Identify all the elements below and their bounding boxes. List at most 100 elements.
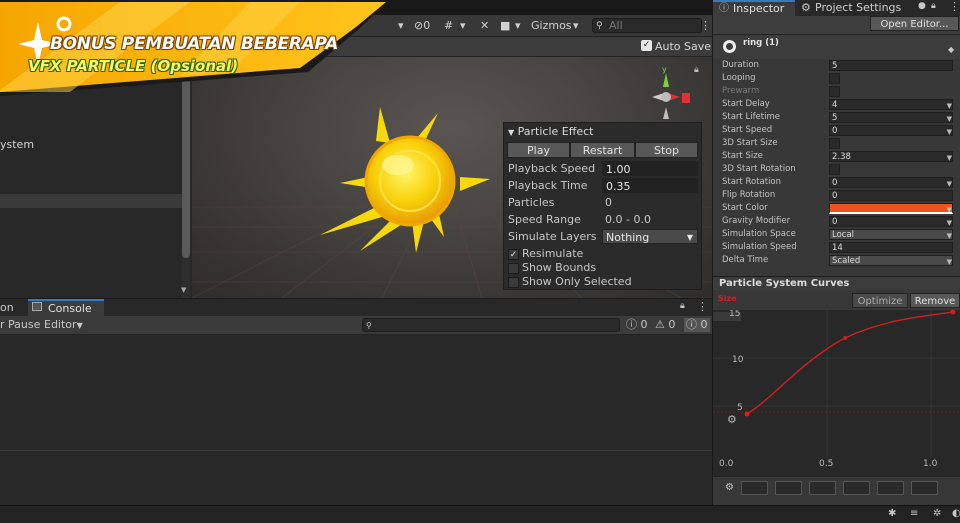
eye-off-icon: ⊘ [414, 19, 424, 32]
error-pause-button[interactable]: r Pause [0, 318, 40, 332]
curve-key-start [744, 411, 750, 417]
property-label: Simulation Space [722, 229, 796, 239]
stack-icon[interactable]: ≡ [910, 508, 918, 519]
curve-plot[interactable]: 15 10 5 0.0 0.5 1.0 ⚙ [713, 310, 960, 476]
property-checkbox[interactable] [829, 73, 840, 84]
scroll-down-icon[interactable]: ▼ [181, 286, 186, 294]
object-name: ring (1) [743, 38, 779, 48]
playback-time-field[interactable]: 0.35 [602, 178, 698, 193]
property-value[interactable]: 0 [829, 125, 953, 136]
inspector-row-duration: Duration 5 [722, 59, 960, 72]
curve-editor[interactable]: 15 10 5 0.0 0.5 1.0 ⚙ [713, 310, 960, 476]
playback-speed-field[interactable]: 1.00 [602, 161, 698, 176]
property-label: Simulation Speed [722, 242, 797, 252]
search-icon: ⚲ [366, 321, 372, 330]
lightbulb-icon[interactable]: ● [918, 1, 926, 11]
hierarchy-item-selected[interactable] [0, 194, 182, 208]
property-checkbox[interactable] [829, 164, 840, 175]
auto-save-checkbox[interactable]: ✓ [641, 40, 652, 51]
tab-animation[interactable]: on [0, 301, 14, 314]
add-icon[interactable]: ◆ [948, 45, 954, 54]
simulate-layers-value: Nothing [606, 231, 650, 244]
gear-icon[interactable]: ⚙ [725, 482, 734, 493]
preset-ease-in-out[interactable] [911, 481, 938, 495]
grid-icon[interactable]: # [444, 18, 453, 34]
preset-ease-in[interactable] [843, 481, 870, 495]
hierarchy-item[interactable]: ystem [0, 138, 34, 151]
preset-flat[interactable] [741, 481, 768, 495]
property-value[interactable]: 5 [829, 60, 953, 71]
stop-button[interactable]: Stop [635, 142, 698, 158]
console-divider [0, 450, 712, 451]
tab-inspector[interactable]: ⓘ Inspector [713, 0, 795, 16]
lock-icon[interactable]: 🔒︎ [680, 301, 685, 311]
show-only-selected-toggle[interactable]: Show Only Selected [508, 274, 632, 290]
console-tab-label: Console [48, 302, 92, 315]
particle-effect-title: Particle Effect [517, 125, 594, 138]
error-count-toggle[interactable]: ⓘ 0 [684, 318, 710, 332]
bug-icon[interactable]: ✱ [888, 508, 896, 519]
property-value[interactable]: 0 [829, 177, 953, 188]
property-value[interactable]: 14 [829, 242, 953, 253]
inspector-row-simulation-space: Simulation Space Local ▼ [722, 228, 960, 241]
chevron-down-icon[interactable]: ▾ [460, 18, 466, 34]
more-menu-icon[interactable]: ⋮ [700, 18, 711, 34]
property-value[interactable]: 4 [829, 99, 953, 110]
gizmos-dropdown-icon[interactable]: ▾ [573, 18, 579, 34]
property-value[interactable]: Scaled [829, 255, 953, 266]
scene-search-input[interactable]: ⚲ All [592, 18, 702, 33]
start-color-swatch[interactable] [829, 203, 953, 214]
property-value[interactable]: 0 [829, 216, 953, 227]
progress-icon[interactable]: ✲ [933, 508, 941, 519]
property-value[interactable]: 2.38 [829, 151, 953, 162]
banner-subtitle-optional: (Opsional) [150, 57, 239, 75]
property-checkbox[interactable] [829, 86, 840, 97]
open-editor-button[interactable]: Open Editor... [870, 16, 959, 31]
property-value[interactable]: Local [829, 229, 953, 240]
curve-key-end [950, 310, 956, 315]
tab-project-settings[interactable]: ⚙ Project Settings [799, 0, 911, 16]
more-menu-icon[interactable]: ⋮ [697, 300, 708, 313]
warning-icon: ⚠ [655, 318, 665, 331]
property-checkbox[interactable] [829, 138, 840, 149]
visibility-toggle[interactable]: ⊘0 [414, 18, 430, 34]
preset-linear-up[interactable] [775, 481, 802, 495]
remove-button[interactable]: Remove [910, 293, 960, 308]
inspector-tab-label: Inspector [733, 2, 785, 15]
checkbox-empty [508, 276, 519, 288]
warning-count-toggle[interactable]: ⚠ 0 [655, 318, 675, 332]
restart-button[interactable]: Restart [570, 142, 635, 158]
preset-linear-down[interactable] [809, 481, 836, 495]
particle-effect-header[interactable]: ▼ Particle Effect [508, 124, 593, 140]
preset-ease-out[interactable] [877, 481, 904, 495]
orientation-gizmo-icon[interactable]: y [636, 63, 696, 123]
inspector-row-delta-time: Delta Time Scaled ▼ [722, 254, 960, 267]
tab-console[interactable]: Console [28, 299, 104, 317]
console-search-input[interactable]: ⚲ [362, 318, 620, 332]
optimize-button[interactable]: Optimize [852, 293, 908, 308]
lock-icon[interactable]: 🔒︎ [694, 65, 699, 75]
info-count-toggle[interactable]: ⓘ 0 [626, 318, 648, 332]
property-value[interactable]: 0 [829, 190, 953, 201]
particle-effect-panel: ▼ Particle Effect Play Restart Stop Play… [503, 122, 702, 290]
simulate-layers-dropdown[interactable]: Nothing ▼ [602, 229, 698, 244]
camera-dropdown-icon[interactable]: ▾ [515, 18, 521, 34]
play-button[interactable]: Play [507, 142, 570, 158]
tools-icon[interactable]: ✕ [480, 18, 489, 34]
refresh-icon[interactable]: ◐ [952, 508, 960, 519]
y-tick-label: 10 [732, 355, 744, 365]
editor-dropdown[interactable]: Editor▼ [44, 318, 83, 333]
x-tick-label: 1.0 [923, 459, 938, 469]
more-menu-icon[interactable]: ⋮ [949, 0, 960, 13]
editor-label: Editor [44, 318, 77, 331]
inspector-body: Duration 5 Looping Prewarm Start Delay 4 ▼ Star… [713, 59, 960, 276]
gizmos-button[interactable]: Gizmos [531, 18, 572, 34]
info-icon: ⓘ [626, 318, 637, 331]
property-value[interactable]: 5 [829, 112, 953, 123]
console-log-area[interactable] [0, 335, 712, 505]
property-label: Delta Time [722, 255, 769, 265]
project-settings-tab-label: Project Settings [815, 1, 902, 14]
chevron-down-icon[interactable]: ▼ [947, 256, 952, 269]
camera-icon[interactable]: ■ [500, 18, 510, 34]
lock-icon[interactable]: 🔒︎ [931, 1, 936, 11]
